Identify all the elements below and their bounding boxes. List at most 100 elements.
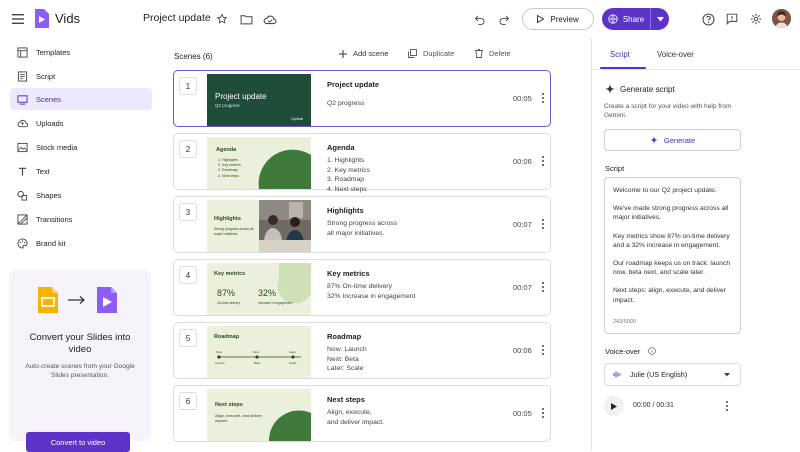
script-label: Script xyxy=(605,164,625,173)
info-icon[interactable] xyxy=(648,347,656,357)
scene-card-1[interactable]: 1 Project update Q2 progress Cymbal Proj… xyxy=(173,70,551,127)
preview-button[interactable]: Preview xyxy=(522,8,594,30)
chevron-down-icon xyxy=(724,373,730,377)
more-vert-icon[interactable] xyxy=(540,280,546,294)
sidebar-item-transitions[interactable]: Transitions xyxy=(10,208,152,230)
thumb-list: 1. Highlights 2. Key metrics 3. Roadmap 4. … xyxy=(218,158,241,178)
scenes-icon xyxy=(17,94,28,105)
scene-card-2[interactable]: 2 Agenda 1. Highlights 2. Key metrics 3. R… xyxy=(173,133,551,193)
scene-title: Highlights xyxy=(327,206,364,215)
folder-icon[interactable] xyxy=(238,11,254,27)
settings-icon[interactable] xyxy=(748,11,764,27)
scene-thumbnail[interactable]: Key metrics 87% On-time delivery 32% Inc… xyxy=(207,263,311,315)
sidebar-item-brand-kit[interactable]: Brand kit xyxy=(10,232,152,254)
duplicate-button[interactable]: Duplicate xyxy=(408,49,454,58)
player-time: 00:00 / 00:31 xyxy=(633,402,674,409)
scene-card-4[interactable]: 4 Key metrics 87% On-time delivery 32% I… xyxy=(173,259,551,316)
sidebar-item-scenes[interactable]: Scenes xyxy=(10,88,152,110)
scene-body: Now: Launch Next: Beta Later: Scale xyxy=(327,346,367,372)
scene-number: 5 xyxy=(179,329,197,347)
share-dropdown-button[interactable] xyxy=(650,8,669,30)
help-icon[interactable] xyxy=(700,11,716,27)
thumb-brand: Cymbal xyxy=(291,117,303,121)
scene-number: 1 xyxy=(179,77,197,95)
more-vert-icon[interactable] xyxy=(540,406,546,420)
convert-promo-card: Convert your Slides into video Auto-crea… xyxy=(9,269,151,452)
sidebar-item-templates[interactable]: Templates xyxy=(10,41,152,63)
script-paragraph: Welcome to our Q2 project update. xyxy=(613,187,717,194)
menu-icon[interactable] xyxy=(10,12,26,26)
convert-to-video-button[interactable]: Convert to video xyxy=(26,432,130,452)
cloud-done-icon[interactable] xyxy=(262,11,278,27)
more-vert-icon[interactable] xyxy=(540,91,546,105)
scene-body: Align, execute, and deliver impact. xyxy=(327,409,385,426)
add-scene-label: Add scene xyxy=(353,49,389,58)
share-button[interactable]: Share xyxy=(602,8,650,30)
scene-body: Strong progress across all major initiati… xyxy=(327,220,398,237)
thumb-metric-2: 32% xyxy=(258,288,277,298)
generate-button[interactable]: Generate xyxy=(604,129,741,151)
sidebar-item-label: Templates xyxy=(36,47,71,57)
sidebar-item-stock-media[interactable]: Stock media xyxy=(10,136,152,158)
scene-thumbnail[interactable]: Roadmap Now Next Later Launch Beta Scale xyxy=(207,326,311,378)
thumb-title: Highlights xyxy=(214,216,241,222)
undo-icon[interactable] xyxy=(472,11,488,27)
thumb-title: Project update xyxy=(215,92,267,101)
more-vert-icon[interactable] xyxy=(724,399,730,413)
star-icon[interactable] xyxy=(214,11,230,27)
avatar[interactable] xyxy=(772,9,791,28)
scene-duration: 00:06 xyxy=(513,157,532,166)
sparkle-icon xyxy=(649,136,658,144)
play-button[interactable] xyxy=(604,396,624,416)
scene-title: Next steps xyxy=(327,395,365,404)
promo-title: Convert your Slides into video xyxy=(29,332,131,355)
sidebar-item-shapes[interactable]: Shapes xyxy=(10,184,152,206)
scene-thumbnail[interactable]: Project update Q2 progress Cymbal xyxy=(207,74,311,126)
scene-title: Agenda xyxy=(327,143,355,152)
feedback-icon[interactable] xyxy=(724,11,740,27)
scene-body: Q2 progress xyxy=(327,100,365,107)
script-paragraph: Our roadmap keeps us on track: launch no… xyxy=(613,260,731,277)
tab-script[interactable]: Script xyxy=(610,50,630,59)
more-vert-icon[interactable] xyxy=(540,217,546,231)
generate-script-description: Create a script for your video with help… xyxy=(604,103,732,119)
voice-over-label: Voice-over xyxy=(605,347,641,356)
character-count: 243/5000 xyxy=(613,319,636,325)
waveform-icon xyxy=(613,371,621,378)
add-scene-button[interactable]: Add scene xyxy=(339,49,388,58)
scene-card-5[interactable]: 5 Roadmap Now Next Later Launch Beta Sca… xyxy=(173,322,551,379)
scene-duration: 00:07 xyxy=(513,220,532,229)
play-icon xyxy=(611,402,617,410)
tab-voice-over[interactable]: Voice-over xyxy=(657,50,694,59)
voice-value: Julie (US English) xyxy=(630,370,688,379)
delete-label: Delete xyxy=(489,49,511,58)
scene-thumbnail[interactable]: Next steps Align, execute, and deliver i… xyxy=(207,389,311,441)
scene-card-6[interactable]: 6 Next steps Align, execute, and deliver… xyxy=(173,385,551,442)
preview-label: Preview xyxy=(550,14,579,24)
scene-duration: 00:06 xyxy=(513,346,532,355)
redo-icon[interactable] xyxy=(496,11,512,27)
sidebar-item-uploads[interactable]: Uploads xyxy=(10,112,152,134)
more-vert-icon[interactable] xyxy=(540,154,546,168)
thumb-label-scale: Scale xyxy=(289,361,297,365)
delete-button[interactable]: Delete xyxy=(475,49,511,58)
generate-script-title: Generate script xyxy=(620,85,675,94)
scene-card-3[interactable]: 3 Highlights Strong progress across all … xyxy=(173,196,551,253)
script-icon xyxy=(17,70,28,82)
sidebar-item-text[interactable]: Text xyxy=(10,160,152,182)
scene-body: 1. Highlights 2. Key metrics 3. Roadmap 4. … xyxy=(327,157,371,193)
scene-duration: 00:07 xyxy=(513,283,532,292)
scene-thumbnail[interactable]: Highlights Strong progress across all ma… xyxy=(207,200,311,252)
thumb-subtitle: Q2 progress xyxy=(215,103,240,108)
sidebar-item-label: Uploads xyxy=(36,118,64,128)
sidebar-item-script[interactable]: Script xyxy=(10,65,152,87)
thumb-label-beta: Beta xyxy=(254,361,261,365)
more-vert-icon[interactable] xyxy=(540,343,546,357)
script-textarea[interactable]: Welcome to our Q2 project update. We've … xyxy=(604,177,741,334)
scene-thumbnail[interactable]: Agenda 1. Highlights 2. Key metrics 3. Roa… xyxy=(207,137,311,189)
script-paragraph: We've made strong progress across all ma… xyxy=(613,205,729,222)
document-title[interactable]: Project update xyxy=(143,12,211,24)
templates-icon xyxy=(17,46,28,58)
voice-select[interactable]: Julie (US English) xyxy=(604,363,741,386)
thumb-title: Agenda xyxy=(216,147,237,153)
